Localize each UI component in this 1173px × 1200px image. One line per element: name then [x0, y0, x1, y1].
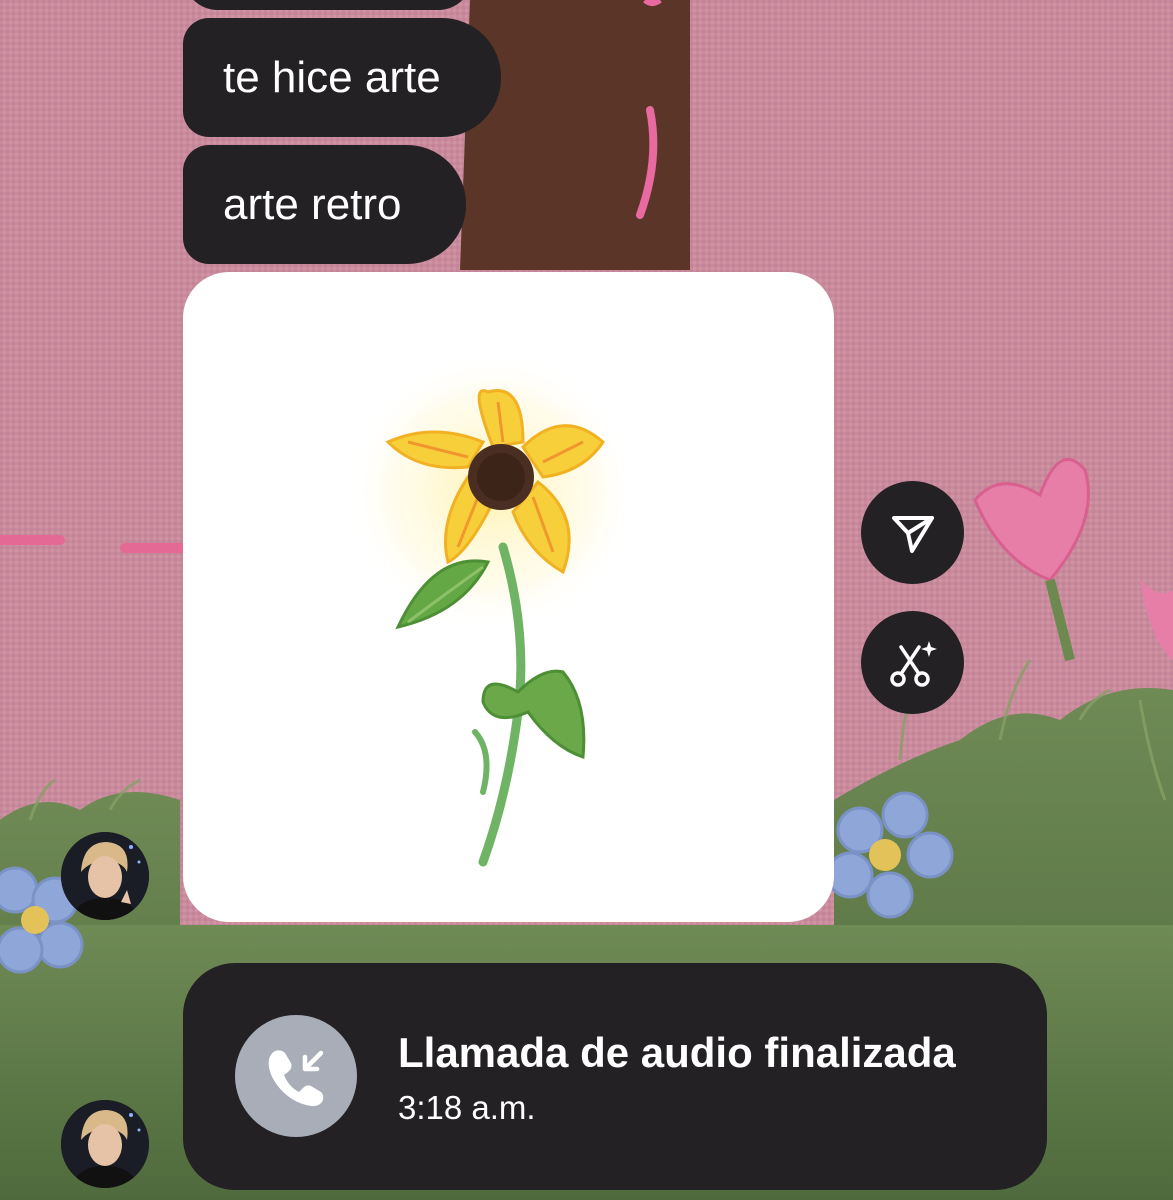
remix-button[interactable] — [861, 611, 964, 714]
remix-icon — [889, 640, 937, 687]
call-icon-badge — [235, 1015, 357, 1137]
chat-screen: te hice arte arte retro Llamada de audio… — [0, 0, 1173, 1200]
sunflower-drawing — [348, 352, 638, 867]
avatar-photo — [61, 832, 149, 920]
image-message[interactable] — [183, 272, 834, 922]
message-text: te hice arte — [223, 52, 441, 102]
call-status-title: Llamada de audio finalizada — [398, 1029, 956, 1076]
call-timestamp: 3:18 a.m. — [398, 1089, 536, 1126]
avatar[interactable] — [61, 1100, 149, 1188]
avatar-photo — [61, 1100, 149, 1188]
message-bubble[interactable]: te hice arte — [183, 18, 501, 137]
call-ended-message[interactable]: Llamada de audio finalizada 3:18 a.m. — [183, 963, 1047, 1190]
avatar[interactable] — [61, 832, 149, 920]
message-text: arte retro — [223, 179, 402, 229]
send-button[interactable] — [861, 481, 964, 584]
send-icon — [891, 515, 934, 553]
message-bubble-previous[interactable] — [183, 0, 473, 10]
message-bubble[interactable]: arte retro — [183, 145, 466, 264]
incoming-call-icon — [268, 1050, 324, 1107]
